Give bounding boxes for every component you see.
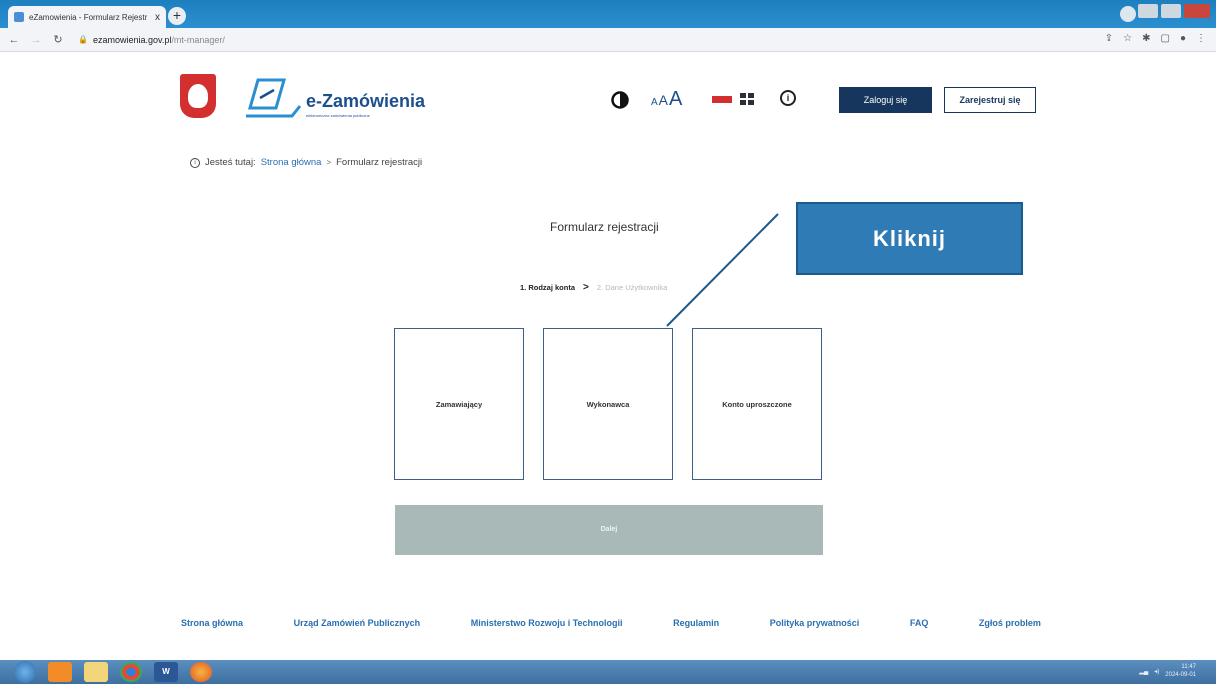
footer-link-report-problem[interactable]: Zgłoś problem	[979, 618, 1041, 628]
favicon-icon	[14, 12, 24, 22]
share-icon[interactable]: ⇪	[1105, 33, 1113, 44]
clock[interactable]: 11:47 2024-09-01	[1165, 663, 1196, 679]
step-user-data: 2. Dane Użytkownika	[596, 283, 668, 292]
card-label: Konto uproszczone	[722, 399, 792, 409]
form-title: Formularz rejestracji	[550, 220, 659, 234]
forward-icon[interactable]: →	[28, 34, 44, 46]
minimize-button[interactable]	[1138, 4, 1158, 18]
footer-link-privacy[interactable]: Polityka prywatności	[770, 618, 860, 628]
address-bar: ← → ↻ 🔒 ezamowienia.gov.pl/mt-manager/ ⇪…	[0, 28, 1216, 52]
clock-time: 11:47	[1181, 664, 1196, 670]
account-icon[interactable]: ●	[1180, 33, 1186, 44]
breadcrumb-prefix: Jesteś tutaj:	[205, 157, 256, 168]
next-button[interactable]: Dalej	[395, 505, 823, 555]
sidebar-icon[interactable]: ▢	[1161, 33, 1170, 44]
font-size-control[interactable]: A A A	[651, 88, 682, 111]
os-taskbar: W	[0, 660, 1216, 684]
location-info-icon: i	[190, 157, 200, 168]
network-icon[interactable]: ▂▄	[1139, 668, 1148, 675]
step-account-type: 1. Rodzaj konta	[520, 283, 576, 292]
taskbar-outlook-icon[interactable]	[48, 662, 72, 682]
window-controls	[1138, 4, 1210, 18]
footer-link-terms[interactable]: Regulamin	[673, 618, 719, 628]
url-field[interactable]: 🔒 ezamowienia.gov.pl/mt-manager/	[78, 35, 225, 45]
url-path: /mt-manager/	[171, 34, 225, 45]
breadcrumb: i Jesteś tutaj: Strona główna > Formular…	[190, 157, 422, 168]
account-type-card-konto-uproszczone[interactable]: Konto uproszczone	[692, 328, 822, 480]
footer-link-ministry[interactable]: Ministerstwo Rozwoju i Technologii	[471, 618, 623, 628]
browser-tab-bar: eZamowienia - Formularz Rejestr x +	[0, 0, 1216, 28]
profile-icon[interactable]	[1120, 6, 1136, 22]
start-button-icon[interactable]	[14, 661, 36, 683]
card-label: Wykonawca	[586, 399, 630, 409]
clock-date: 2024-09-01	[1165, 672, 1196, 678]
url-host: ezamowienia.gov.pl	[92, 34, 172, 45]
callout-label: Kliknij	[796, 202, 1023, 275]
footer-links: Strona główna Urząd Zamówień Publicznych…	[181, 618, 1041, 628]
taskbar-word-icon[interactable]: W	[154, 662, 178, 682]
menu-icon[interactable]: ⋮	[1196, 33, 1206, 44]
polish-emblem-icon	[180, 74, 216, 118]
browser-tab[interactable]: eZamowienia - Formularz Rejestr x	[8, 6, 166, 28]
tab-close-icon[interactable]: x	[155, 12, 160, 23]
footer-link-home[interactable]: Strona główna	[181, 618, 243, 628]
register-button[interactable]: Zarejestruj się	[944, 87, 1036, 113]
login-button[interactable]: Zaloguj się	[839, 87, 932, 113]
back-icon[interactable]: ←	[6, 34, 22, 46]
english-flag-icon[interactable]	[740, 93, 754, 105]
step-chevron-icon: >	[583, 282, 589, 293]
info-icon[interactable]: i	[780, 90, 796, 106]
breadcrumb-separator: >	[326, 158, 332, 167]
contrast-icon[interactable]	[611, 91, 629, 109]
polish-flag-icon[interactable]	[712, 96, 732, 103]
taskbar-firefox-icon[interactable]	[190, 662, 212, 682]
breadcrumb-current: Formularz rejestracji	[336, 157, 423, 168]
new-tab-button[interactable]: +	[168, 7, 186, 25]
logo-text[interactable]: e-Zamówienia	[306, 91, 425, 112]
form-steps: 1. Rodzaj konta > 2. Dane Użytkownika	[520, 282, 667, 293]
close-window-button[interactable]	[1184, 4, 1210, 18]
maximize-button[interactable]	[1161, 4, 1181, 18]
font-large-button[interactable]: A	[669, 88, 682, 111]
account-type-card-zamawiajacy[interactable]: Zamawiający	[394, 328, 524, 480]
e-zamowienia-logo-icon[interactable]	[244, 76, 304, 120]
footer-link-uzp[interactable]: Urząd Zamówień Publicznych	[294, 618, 421, 628]
font-medium-button[interactable]: A	[659, 92, 668, 108]
system-tray: ▂▄ ◂) 11:47 2024-09-01	[1139, 663, 1196, 679]
taskbar-chrome-icon[interactable]	[120, 662, 142, 682]
font-small-button[interactable]: A	[651, 97, 658, 108]
reload-icon[interactable]: ↻	[50, 33, 66, 46]
breadcrumb-home-link[interactable]: Strona główna	[261, 157, 322, 168]
volume-icon[interactable]: ◂)	[1154, 668, 1159, 675]
tab-title: eZamowienia - Formularz Rejestr	[29, 12, 148, 22]
logo-subtitle: elektroniczne zamówienia publiczne	[306, 113, 370, 118]
footer-link-faq[interactable]: FAQ	[910, 618, 929, 628]
card-label: Zamawiający	[435, 399, 483, 409]
browser-toolbar: ⇪ ☆ ✱ ▢ ● ⋮	[1105, 33, 1206, 44]
taskbar-folder-icon[interactable]	[84, 662, 108, 682]
extensions-icon[interactable]: ✱	[1142, 33, 1150, 44]
account-type-card-wykonawca[interactable]: Wykonawca	[543, 328, 673, 480]
lock-icon: 🔒	[78, 35, 88, 44]
star-icon[interactable]: ☆	[1123, 33, 1132, 44]
